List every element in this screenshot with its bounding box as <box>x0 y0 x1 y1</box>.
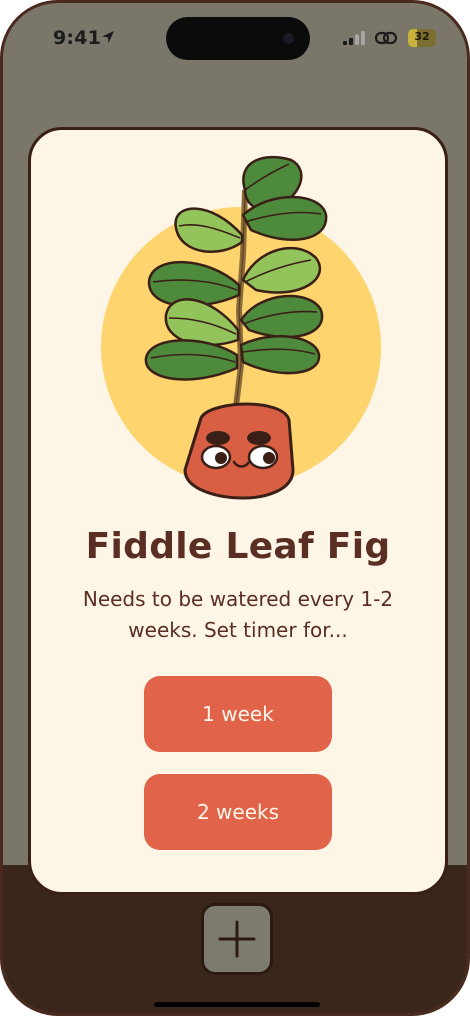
plant-illustration <box>101 155 381 500</box>
dynamic-island <box>166 17 310 60</box>
signal-bars-icon <box>343 31 365 45</box>
status-time: 9:41 <box>53 27 102 49</box>
smiling-pot <box>183 402 295 500</box>
link-icon <box>374 31 398 45</box>
plant-card: Fiddle Leaf Fig Needs to be watered ever… <box>28 127 448 895</box>
battery-icon: 32 <box>408 29 436 47</box>
status-bar: 9:41 32 <box>3 3 467 75</box>
timer-1-week-button[interactable]: 1 week <box>144 676 332 752</box>
plant-name: Fiddle Leaf Fig <box>85 526 391 567</box>
timer-2-weeks-button[interactable]: 2 weeks <box>144 774 332 850</box>
camera-dot <box>283 33 294 44</box>
phone-screen: 9:41 32 Fiddle Leaf Fig Needs to be wate… <box>0 0 470 1016</box>
battery-level: 32 <box>414 30 430 43</box>
location-arrow-icon <box>102 31 114 43</box>
plant-description: Needs to be watered every 1-2 weeks. Set… <box>82 587 394 642</box>
add-plant-button[interactable] <box>201 903 273 975</box>
plus-icon <box>218 920 256 958</box>
home-indicator <box>154 1002 320 1007</box>
